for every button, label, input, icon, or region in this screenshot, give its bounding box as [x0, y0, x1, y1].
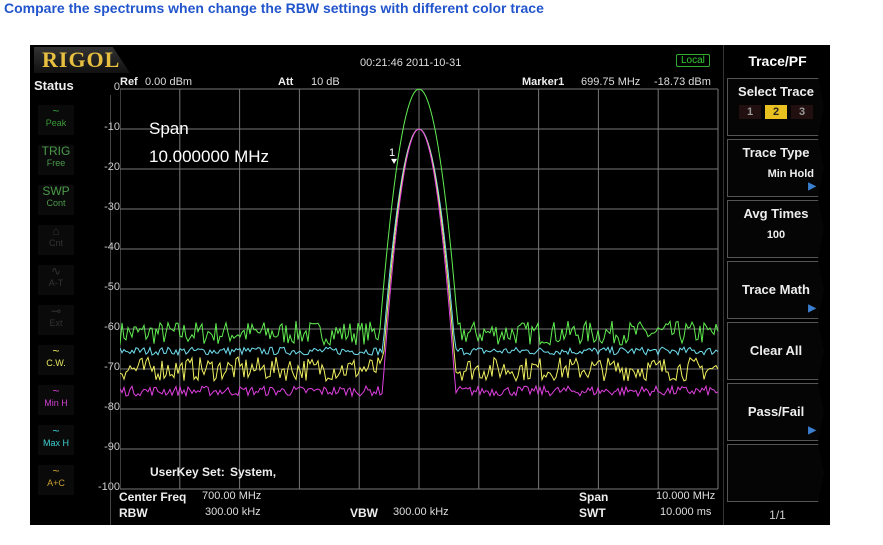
userkey-label: UserKey Set:	[150, 465, 225, 479]
local-badge: Local	[676, 54, 710, 67]
status-item-max-h: ~ Max H	[38, 425, 74, 455]
status-label: C.W.	[46, 358, 66, 368]
analyzer-screen: RIGOL 00:21:46 2011-10-31 Local Status ~…	[30, 45, 830, 525]
select-trace-label: Select Trace	[738, 84, 814, 99]
center-freq-value: 700.00 MHz	[202, 490, 262, 502]
status-icon: ~	[52, 464, 60, 478]
trace-type-button[interactable]: Trace Type Min Hold ▶	[727, 139, 824, 197]
status-title: Status	[34, 78, 74, 93]
ref-label: Ref	[120, 76, 138, 88]
marker-amp: -18.73 dBm	[654, 76, 711, 88]
status-label: Peak	[45, 118, 67, 128]
status-label: Min H	[44, 398, 68, 408]
datetime: 00:21:46 2011-10-31	[360, 57, 462, 69]
marker-freq: 699.75 MHz	[581, 76, 641, 88]
trace-math-label: Trace Math	[742, 282, 810, 297]
y-tick-label: -10	[104, 121, 120, 133]
avg-times-button[interactable]: Avg Times 100	[727, 200, 824, 258]
att-label: Att	[278, 76, 294, 88]
status-label: Free	[46, 158, 66, 168]
status-label: A+C	[47, 478, 65, 488]
submenu-arrow-icon: ▶	[808, 181, 816, 192]
span-label: Span	[149, 119, 189, 138]
menu-page: 1/1	[769, 508, 786, 522]
status-item-free: TRIG Free	[38, 145, 74, 175]
y-tick-label: -80	[104, 401, 120, 413]
y-tick-label: 0	[113, 81, 120, 93]
clear-all-button[interactable]: Clear All	[727, 322, 824, 380]
span-footer-value: 10.000 MHz	[656, 490, 716, 502]
divider	[110, 95, 111, 525]
vbw-label: VBW	[350, 506, 378, 520]
y-tick-label: -70	[104, 361, 120, 373]
marker-1-icon	[391, 158, 398, 164]
status-item-a-t: ∿ A-T	[38, 265, 74, 295]
status-item-a-c: ~ A+C	[38, 465, 74, 495]
y-tick-label: -30	[104, 201, 120, 213]
status-label: Ext	[49, 318, 63, 328]
trace-math-button[interactable]: Trace Math ▶	[727, 261, 824, 319]
status-icon: ~	[52, 104, 60, 118]
trace-type-value: Min Hold	[767, 168, 814, 180]
pass-fail-button[interactable]: Pass/Fail ▶	[727, 383, 824, 441]
trace-2-option[interactable]: 2	[765, 105, 787, 119]
status-item-min-h: ~ Min H	[38, 385, 74, 415]
status-icon: ⊸	[50, 304, 62, 318]
y-tick-label: -100	[97, 481, 120, 493]
y-tick-label: -90	[104, 441, 120, 453]
ref-value: 0.00 dBm	[145, 76, 193, 88]
vbw-value: 300.00 kHz	[393, 506, 449, 518]
span-value: 10.000000 MHz	[149, 147, 270, 166]
status-label: Cont	[46, 198, 66, 208]
status-label: Cnt	[48, 238, 63, 248]
avg-times-value: 100	[766, 229, 786, 241]
status-item-cnt: ⌂ Cnt	[38, 225, 74, 255]
status-icon: ⌂	[52, 224, 60, 238]
submenu-arrow-icon: ▶	[808, 303, 816, 314]
menu-title: Trace/PF	[748, 53, 807, 69]
select-trace-button[interactable]: Select Trace 123	[727, 78, 824, 136]
trace-3-option[interactable]: 3	[791, 105, 813, 119]
y-tick-label: -40	[104, 241, 120, 253]
status-item-c-w-: ~ C.W.	[38, 345, 74, 375]
rbw-value: 300.00 kHz	[205, 506, 261, 518]
status-item-cont: SWP Cont	[38, 185, 74, 215]
status-icon: TRIG	[41, 144, 71, 158]
swt-label: SWT	[579, 506, 606, 520]
trace-1-option[interactable]: 1	[739, 105, 761, 119]
rbw-label: RBW	[119, 506, 148, 520]
status-label: Max H	[42, 438, 69, 448]
status-icon: ~	[52, 424, 60, 438]
status-icon: ~	[52, 384, 60, 398]
att-value: 10 dB	[311, 76, 340, 88]
rigol-logo: RIGOL	[34, 47, 130, 73]
status-label: A-T	[48, 278, 64, 288]
softkey-menu: Trace/PF Select Trace 123 Trace Type Min…	[723, 45, 831, 525]
marker-1-label: 1	[389, 147, 395, 159]
avg-times-label: Avg Times	[743, 206, 809, 221]
span-footer-label: Span	[579, 490, 609, 504]
submenu-arrow-icon: ▶	[808, 425, 816, 436]
clear-all-label: Clear All	[749, 343, 803, 358]
status-icon: SWP	[42, 184, 70, 198]
empty-softkey[interactable]	[727, 444, 824, 502]
y-tick-label: -60	[104, 321, 120, 333]
y-tick-label: -20	[104, 161, 120, 173]
trace-type-label: Trace Type	[742, 145, 810, 160]
pass-fail-label: Pass/Fail	[747, 404, 805, 419]
status-icon: ~	[52, 344, 60, 358]
y-tick-label: -50	[104, 281, 120, 293]
center-freq-label: Center Freq	[119, 490, 187, 504]
swt-value: 10.000 ms	[660, 506, 712, 518]
status-item-ext: ⊸ Ext	[38, 305, 74, 335]
caption: Compare the spectrums when change the RB…	[4, 0, 544, 16]
status-item-peak: ~ Peak	[38, 105, 74, 135]
userkey-value: System,	[230, 465, 277, 479]
status-icon: ∿	[50, 264, 62, 278]
marker-label: Marker1	[522, 76, 565, 88]
